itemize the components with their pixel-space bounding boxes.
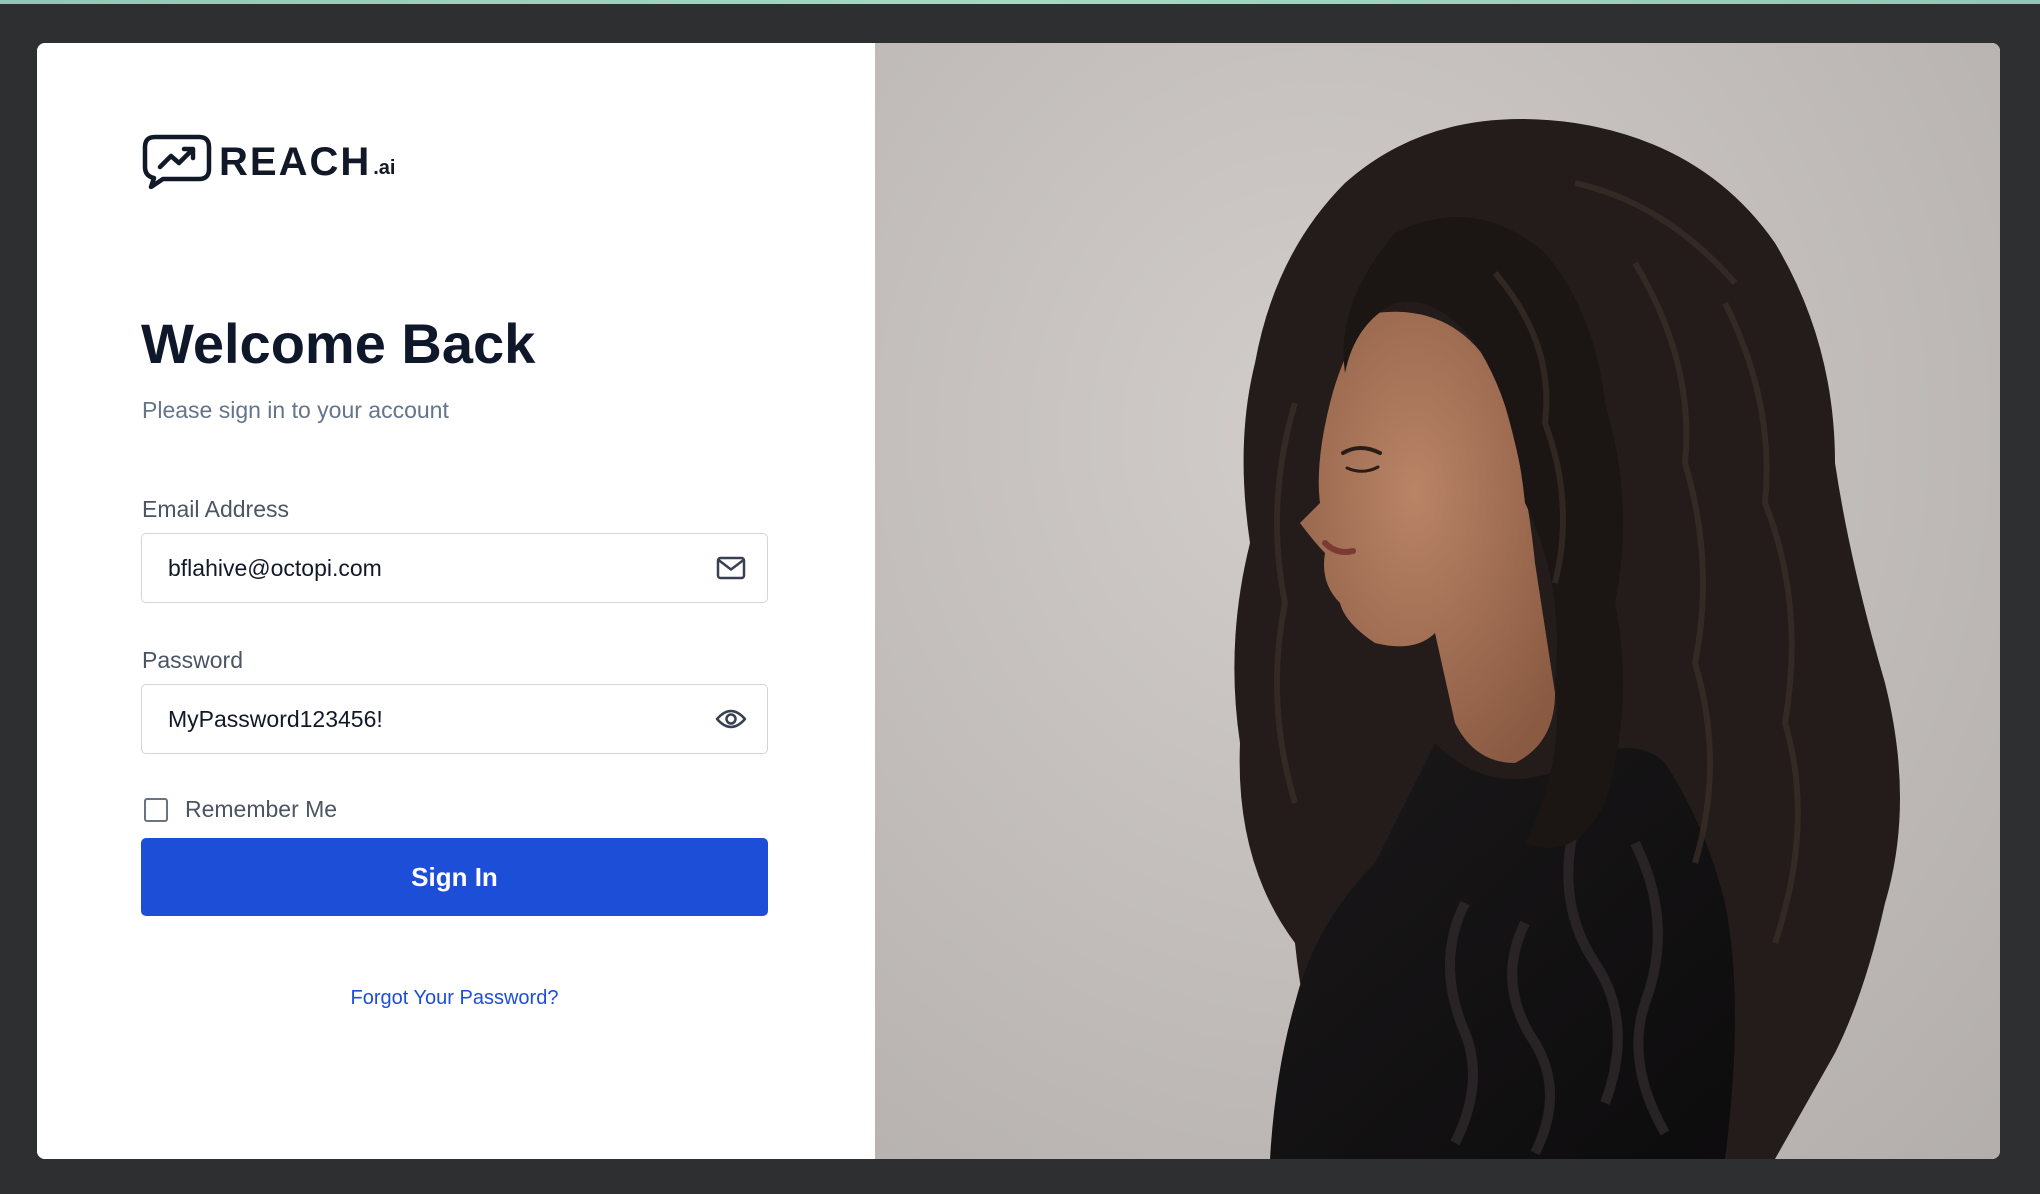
- sign-in-button[interactable]: Sign In: [141, 838, 768, 916]
- page-subtitle: Please sign in to your account: [142, 397, 449, 423]
- mail-icon: [715, 552, 747, 584]
- password-label: Password: [142, 647, 243, 673]
- remember-me-label[interactable]: Remember Me: [185, 796, 337, 823]
- password-field[interactable]: [142, 685, 715, 753]
- login-form-panel: REACH .ai Welcome Back Please sign in to…: [37, 43, 875, 1159]
- brand-name: REACH: [219, 140, 372, 184]
- password-field-wrapper: [141, 684, 768, 754]
- brand-suffix: .ai: [373, 157, 396, 179]
- woman-portrait-image: [1234, 119, 1900, 1159]
- remember-me-checkbox[interactable]: [144, 797, 168, 822]
- brand-logo: REACH .ai: [141, 133, 395, 189]
- email-field-wrapper: [141, 533, 768, 603]
- forgot-password-link[interactable]: Forgot Your Password?: [141, 987, 768, 1010]
- login-card: REACH .ai Welcome Back Please sign in to…: [37, 43, 2000, 1159]
- email-label: Email Address: [142, 496, 290, 522]
- window-top-strip: [0, 0, 2040, 4]
- eye-icon[interactable]: [715, 703, 747, 735]
- email-field[interactable]: [142, 534, 715, 602]
- page-title: Welcome Back: [141, 312, 536, 375]
- chat-bubble-trending-up-icon: [142, 134, 212, 189]
- hero-photo-panel: [875, 43, 2000, 1159]
- remember-me-option[interactable]: Remember Me: [144, 796, 337, 823]
